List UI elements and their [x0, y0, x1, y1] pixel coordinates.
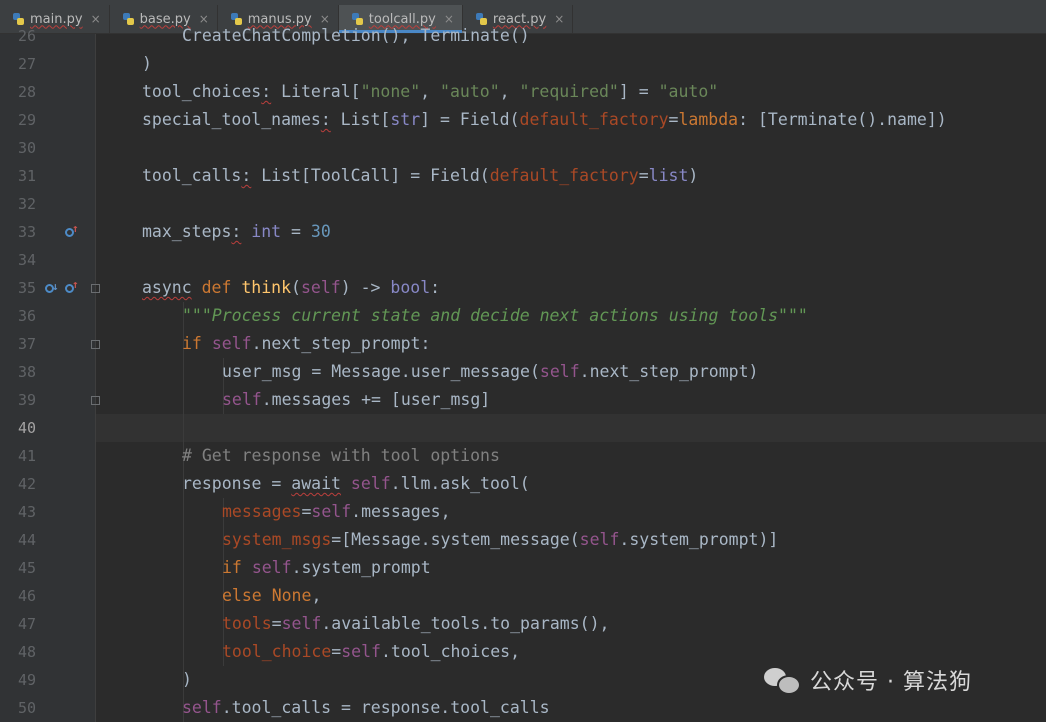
code-line[interactable]: max_steps: int = 30	[142, 218, 331, 246]
line-number: 33	[17, 223, 36, 241]
arrow-up-icon: ↑	[72, 222, 79, 235]
code-line[interactable]: )	[182, 666, 192, 694]
code-line[interactable]: )	[142, 50, 152, 78]
line-number: 28	[17, 83, 36, 101]
code-line[interactable]: system_msgs=[Message.system_message(self…	[222, 526, 778, 554]
code-line[interactable]: else None,	[222, 582, 321, 610]
line-number: 50	[17, 699, 36, 717]
code-line[interactable]: if self.next_step_prompt:	[182, 330, 430, 358]
code-line[interactable]: CreateChatCompletion(), Terminate()	[182, 22, 530, 50]
line-number: 27	[17, 55, 36, 73]
line-number: 32	[17, 195, 36, 213]
line-number: 37	[17, 335, 36, 353]
line-number: 38	[17, 363, 36, 381]
code-line[interactable]: """Process current state and decide next…	[182, 302, 808, 330]
line-number: 45	[17, 559, 36, 577]
line-number: 29	[17, 111, 36, 129]
line-number-current: 40	[17, 419, 36, 437]
code-line[interactable]: async def think(self) -> bool:	[142, 274, 440, 302]
fold-marker-icon[interactable]	[91, 340, 100, 349]
arrow-down-icon: ↓	[52, 280, 59, 293]
code-line[interactable]: self.tool_calls = response.tool_calls	[182, 694, 550, 722]
code-line[interactable]: user_msg = Message.user_message(self.nex…	[222, 358, 758, 386]
fold-marker-icon[interactable]	[91, 396, 100, 405]
fold-marker-icon[interactable]	[91, 284, 100, 293]
code-line[interactable]: tool_choices: Literal["none", "auto", "r…	[142, 78, 718, 106]
code-line[interactable]: tool_calls: List[ToolCall] = Field(defau…	[142, 162, 698, 190]
code-line[interactable]: tool_choice=self.tool_choices,	[222, 638, 520, 666]
line-number: 39	[17, 391, 36, 409]
wechat-logo-icon	[764, 666, 801, 695]
code-line[interactable]: # Get response with tool options	[182, 442, 500, 470]
line-number: 42	[17, 475, 36, 493]
line-number: 36	[17, 307, 36, 325]
line-number: 49	[17, 671, 36, 689]
line-number: 47	[17, 615, 36, 633]
line-number: 34	[17, 251, 36, 269]
line-number: 46	[17, 587, 36, 605]
code-line[interactable]: special_tool_names: List[str] = Field(de…	[142, 106, 947, 134]
line-number: 43	[17, 503, 36, 521]
line-number: 30	[17, 139, 36, 157]
line-number: 31	[17, 167, 36, 185]
code-line[interactable]: response = await self.llm.ask_tool(	[182, 470, 530, 498]
watermark-text: 公众号 · 算法狗	[810, 670, 972, 695]
arrow-up-icon: ↑	[72, 278, 79, 291]
code-line[interactable]: tools=self.available_tools.to_params(),	[222, 610, 609, 638]
line-number: 44	[17, 531, 36, 549]
code-line[interactable]: if self.system_prompt	[222, 554, 431, 582]
watermark: 公众号 · 算法狗	[764, 660, 972, 700]
line-number: 26	[17, 27, 36, 45]
line-number: 48	[17, 643, 36, 661]
line-number: 41	[17, 447, 36, 465]
code-line[interactable]: messages=self.messages,	[222, 498, 451, 526]
code-line[interactable]: self.messages += [user_msg]	[222, 386, 490, 414]
line-number: 35	[17, 279, 36, 297]
